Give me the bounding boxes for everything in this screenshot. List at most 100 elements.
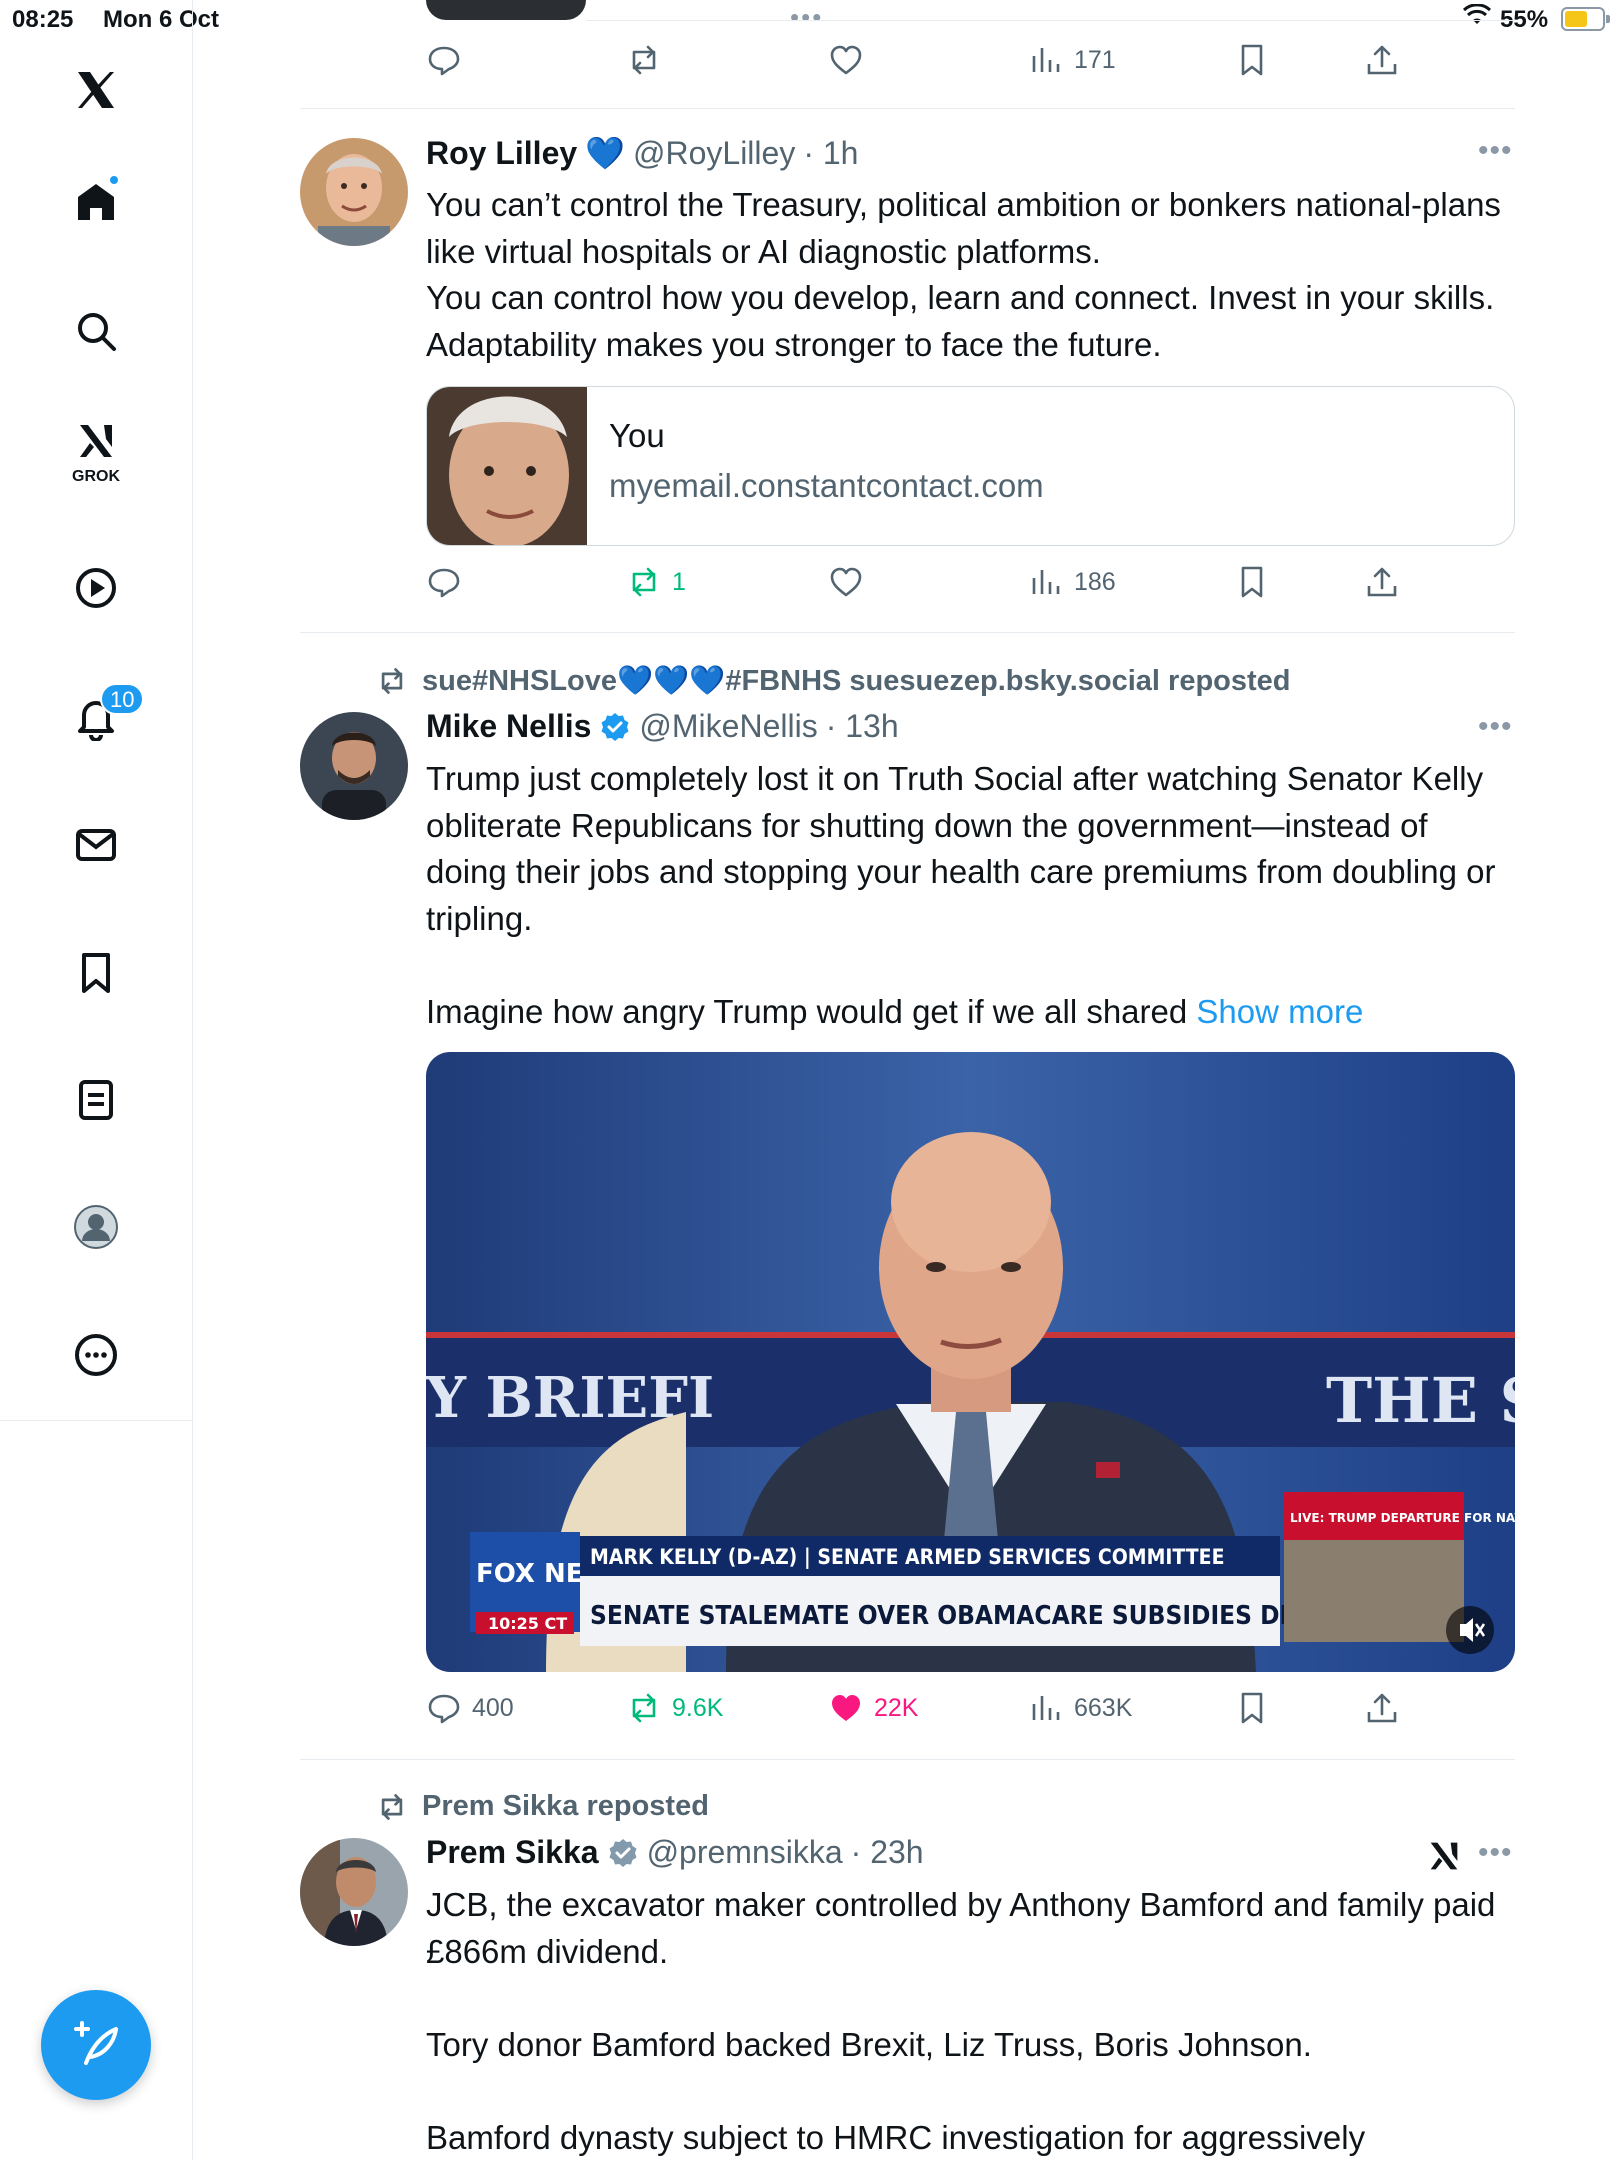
x-logo-icon[interactable] <box>56 50 136 130</box>
tweet-time[interactable]: · 13h <box>826 708 899 745</box>
home-new-dot <box>108 174 120 186</box>
share-icon <box>1367 1693 1397 1723</box>
author-handle[interactable]: @premnsikka <box>647 1834 843 1871</box>
link-card[interactable]: You myemail.constantcontact.com <box>426 386 1515 546</box>
repost-context[interactable]: sue#NHSLove💙💙💙#FBNHS suesuezep.bsky.soci… <box>376 664 1291 698</box>
like-button[interactable] <box>828 564 864 600</box>
tweet-time[interactable]: · 23h <box>851 1834 924 1871</box>
retweet-button[interactable] <box>626 42 662 78</box>
link-card-thumbnail <box>427 387 587 545</box>
tweet-divider <box>300 632 1515 633</box>
bookmark-icon <box>1241 566 1263 598</box>
notifications-badge: 10 <box>100 683 145 715</box>
bookmark-button[interactable] <box>1234 1690 1270 1726</box>
views-bar-icon <box>1032 570 1060 594</box>
partial-tweet-image[interactable] <box>426 0 586 20</box>
battery-icon <box>1561 7 1610 31</box>
avatar[interactable] <box>300 138 408 246</box>
nav-videos[interactable] <box>56 548 136 628</box>
nav-lists[interactable] <box>56 1060 136 1140</box>
author-handle[interactable]: @MikeNellis <box>639 708 817 745</box>
reply-button[interactable] <box>426 564 462 600</box>
grok-label: GROK <box>72 468 120 485</box>
more-options-icon[interactable]: ••• <box>1478 134 1513 168</box>
reply-icon <box>428 568 460 598</box>
views-count: 663K <box>1074 1693 1133 1722</box>
author-name[interactable]: Mike Nellis <box>426 708 591 745</box>
nav-notifications[interactable]: 10 <box>56 677 145 757</box>
views-count: 186 <box>1074 567 1116 596</box>
share-icon <box>1367 567 1397 597</box>
views-bar-icon <box>1032 1696 1060 1720</box>
nav-more[interactable] <box>56 1315 136 1395</box>
retweet-button[interactable]: 1 <box>626 564 686 600</box>
compose-feather-icon <box>74 2021 118 2065</box>
multitask-dots[interactable]: ••• <box>790 2 823 33</box>
nav-profile[interactable] <box>56 1187 136 1267</box>
tweet-text: JCB, the excavator maker controlled by A… <box>426 1886 1496 2156</box>
heart-filled-icon <box>832 1695 860 1721</box>
compose-button[interactable] <box>41 1990 151 2100</box>
retweet-icon <box>381 668 403 694</box>
like-count: 22K <box>874 1693 919 1722</box>
tweet-divider <box>300 108 1515 109</box>
reply-icon <box>428 1694 460 1724</box>
like-button[interactable]: 22K <box>828 1690 918 1726</box>
partial-tweet-card-edge <box>586 20 1515 21</box>
grok-icon <box>80 425 112 457</box>
nav-grok[interactable]: GROK <box>56 410 136 490</box>
video-thumbnail[interactable]: Y BRIEFI THE S FOX NEWS 10:25 CT MARK KE… <box>426 1052 1515 1672</box>
views-button[interactable]: 171 <box>1028 42 1116 78</box>
video-banner-right: THE S <box>1326 1364 1515 1437</box>
views-button[interactable]: 186 <box>1028 564 1116 600</box>
reply-count: 400 <box>472 1693 514 1722</box>
link-card-title: You <box>609 417 665 454</box>
list-icon <box>79 1080 113 1120</box>
sidebar-divider <box>0 1420 193 1421</box>
avatar[interactable] <box>300 712 408 820</box>
tweet-time[interactable]: · 1h <box>803 135 858 172</box>
sidebar: GROK 10 <box>0 0 193 2160</box>
reply-button[interactable] <box>426 42 462 78</box>
share-icon <box>1367 45 1397 75</box>
tweet-actions-top: 171 <box>424 42 1424 86</box>
heart-icon <box>830 567 862 597</box>
share-button[interactable] <box>1364 564 1400 600</box>
play-circle-icon <box>76 568 116 608</box>
bookmark-button[interactable] <box>1234 42 1270 78</box>
author-handle[interactable]: @RoyLilley <box>633 135 795 172</box>
grok-explain-icon[interactable] <box>1424 1836 1464 1876</box>
author-name[interactable]: Prem Sikka <box>426 1834 599 1871</box>
more-circle-icon <box>75 1334 117 1376</box>
video-live-box: LIVE: TRUMP DEPARTURE FOR NAVY 250 <box>1290 1511 1515 1525</box>
share-button[interactable] <box>1364 42 1400 78</box>
nav-bookmarks[interactable] <box>56 933 136 1013</box>
retweet-button[interactable]: 9.6K <box>626 1690 723 1726</box>
tweet-text: Trump just completely lost it on Truth S… <box>426 756 1516 1035</box>
share-button[interactable] <box>1364 1690 1400 1726</box>
more-options-icon[interactable]: ••• <box>1478 1836 1513 1870</box>
blue-heart-emoji: 💙 <box>585 135 625 171</box>
repost-context[interactable]: Prem Sikka reposted <box>376 1790 709 1823</box>
nav-search[interactable] <box>56 291 136 371</box>
bookmark-icon <box>1241 44 1263 76</box>
avatar[interactable] <box>300 1838 408 1946</box>
tweet-text-content: Trump just completely lost it on Truth S… <box>426 760 1496 1030</box>
reply-icon <box>428 46 460 76</box>
views-button[interactable]: 663K <box>1028 1690 1132 1726</box>
author-name[interactable]: Roy Lilley <box>426 135 577 172</box>
reply-button[interactable]: 400 <box>426 1690 514 1726</box>
nav-messages[interactable] <box>56 805 136 885</box>
like-button[interactable] <box>828 42 864 78</box>
video-lower-third-headline: SENATE STALEMATE OVER OBAMACARE SUBSIDIE… <box>590 1601 1399 1631</box>
tweet-text: You can’t control the Treasury, politica… <box>426 186 1501 363</box>
bookmark-icon <box>1241 1692 1263 1724</box>
retweet-icon <box>632 45 656 75</box>
nav-home[interactable] <box>56 162 136 242</box>
bookmark-button[interactable] <box>1234 564 1270 600</box>
show-more-link[interactable]: Show more <box>1196 993 1363 1030</box>
link-card-domain: myemail.constantcontact.com <box>609 467 1044 504</box>
more-options-icon[interactable]: ••• <box>1478 710 1513 744</box>
profile-avatar-icon <box>74 1205 118 1249</box>
retweet-icon <box>381 1793 403 1820</box>
